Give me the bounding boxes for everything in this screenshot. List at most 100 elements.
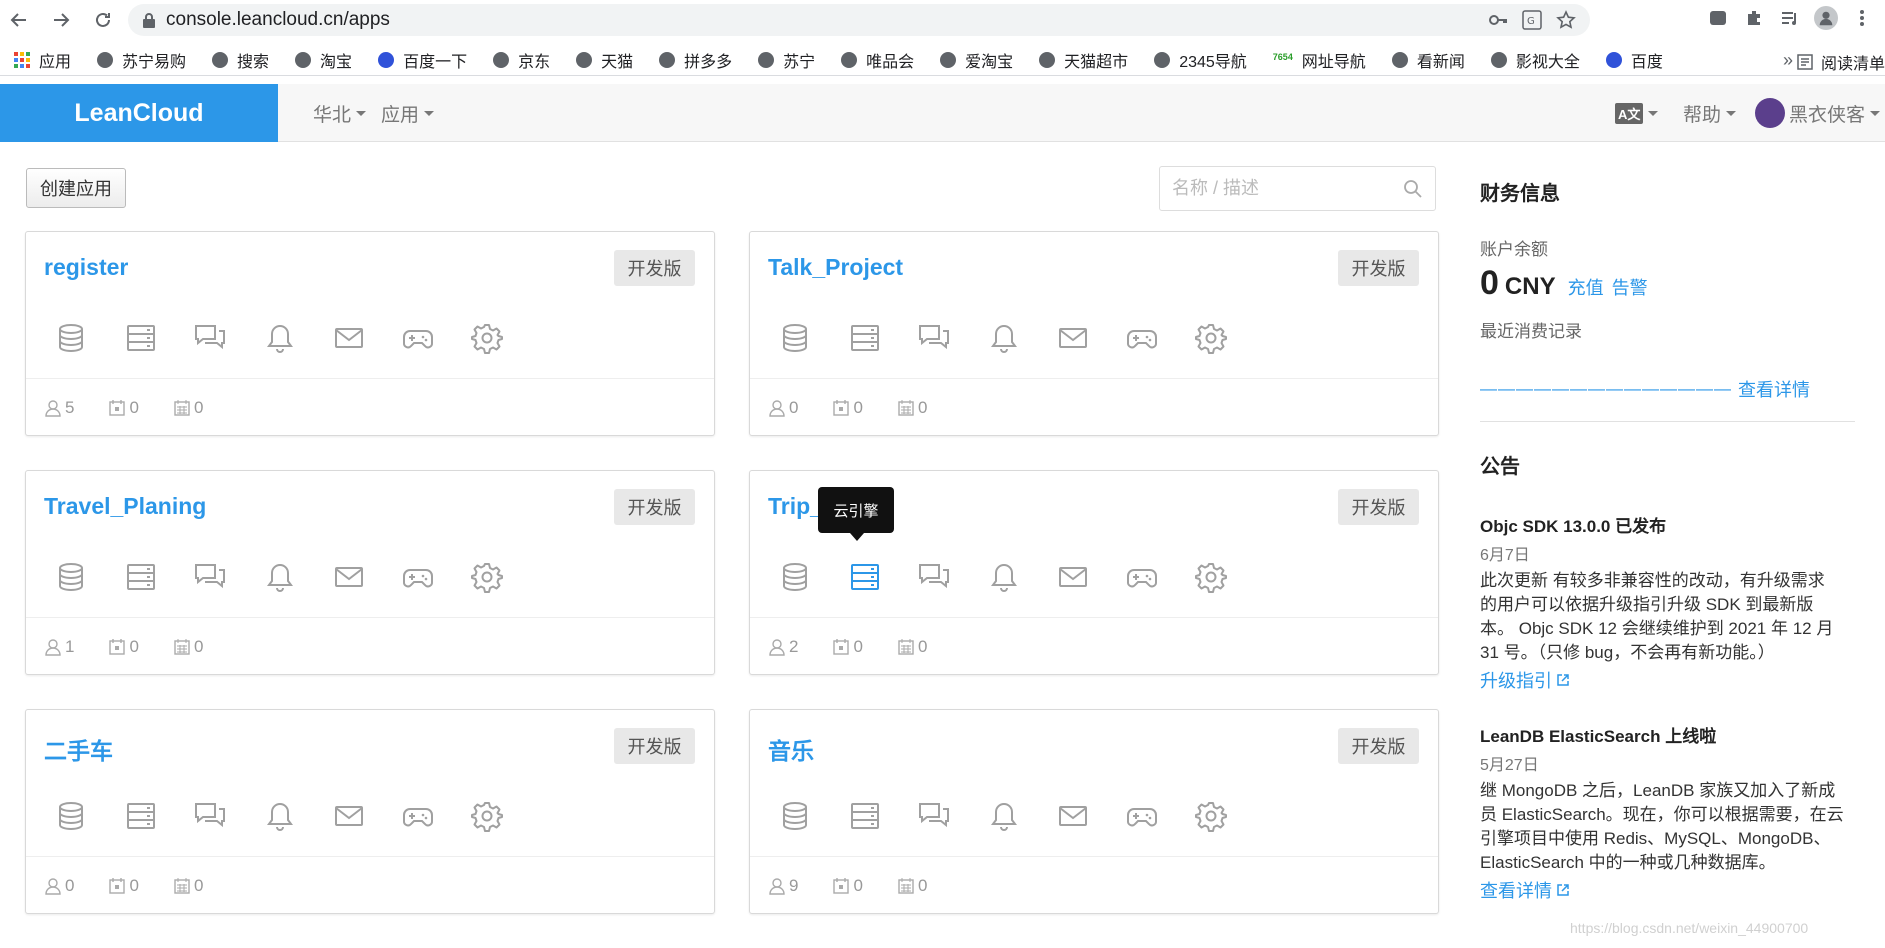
storage-icon[interactable] <box>775 318 815 358</box>
menu-icon[interactable] <box>1850 6 1874 30</box>
bookmark-item[interactable]: 拼多多 <box>659 48 732 72</box>
bookmarks-more-button[interactable]: » <box>1783 50 1793 71</box>
spending-details-link[interactable]: 查看详情 <box>1738 376 1810 402</box>
plan-badge[interactable]: 开发版 <box>1338 489 1419 525</box>
upgrade-guide-link[interactable]: 升级指引 <box>1480 667 1570 693</box>
back-icon[interactable] <box>4 5 34 35</box>
storage-icon[interactable] <box>775 796 815 836</box>
app-name-link[interactable]: register <box>44 254 128 281</box>
recharge-link[interactable]: 充值 <box>1568 274 1604 300</box>
apps-dropdown[interactable]: 应用 <box>381 84 435 142</box>
bookmark-item[interactable]: 爱淘宝 <box>940 48 1013 72</box>
language-dropdown[interactable]: A文 <box>1615 84 1659 142</box>
search-input[interactable] <box>1160 167 1390 210</box>
bell-icon[interactable] <box>984 557 1024 597</box>
reading-list-button[interactable]: 阅读清单 <box>1797 50 1885 74</box>
cloud-engine-icon[interactable] <box>845 318 885 358</box>
bookmark-item[interactable]: 影视大全 <box>1490 48 1580 72</box>
gamepad-icon[interactable] <box>398 557 438 597</box>
cloud-engine-tooltip: 云引擎 <box>818 487 894 541</box>
incognito-icon[interactable] <box>1706 6 1730 30</box>
bookmark-item[interactable]: 天猫 <box>576 48 633 72</box>
gear-icon[interactable] <box>1191 796 1231 836</box>
bookmark-item[interactable]: 7654 网址导航 <box>1273 48 1366 72</box>
bell-icon[interactable] <box>260 557 300 597</box>
app-name-link[interactable]: Talk_Project <box>768 254 903 281</box>
bookmark-apps[interactable]: 应用 <box>14 48 71 72</box>
plan-badge[interactable]: 开发版 <box>1338 728 1419 764</box>
reload-icon[interactable] <box>88 5 118 35</box>
key-icon[interactable] <box>1488 10 1508 30</box>
cloud-engine-icon[interactable] <box>121 318 161 358</box>
bookmark-item[interactable]: 天猫超市 <box>1039 48 1128 72</box>
gamepad-icon[interactable] <box>1122 796 1162 836</box>
messaging-icon[interactable] <box>190 796 230 836</box>
messaging-icon[interactable] <box>914 557 954 597</box>
messaging-icon[interactable] <box>190 557 230 597</box>
gamepad-icon[interactable] <box>1122 557 1162 597</box>
app-name-link[interactable]: 音乐 <box>768 732 814 766</box>
bookmark-item[interactable]: 京东 <box>493 48 550 72</box>
email-icon[interactable] <box>1053 557 1093 597</box>
gamepad-icon[interactable] <box>398 796 438 836</box>
email-icon[interactable] <box>329 796 369 836</box>
bookmark-item[interactable]: 看新闻 <box>1391 48 1465 72</box>
gear-icon[interactable] <box>467 557 507 597</box>
bell-icon[interactable] <box>984 318 1024 358</box>
help-dropdown[interactable]: 帮助 <box>1683 84 1737 142</box>
create-app-button[interactable]: 创建应用 <box>26 168 126 208</box>
profile-icon[interactable] <box>1814 6 1838 30</box>
bookmark-item[interactable]: 百度一下 <box>378 48 467 72</box>
email-icon[interactable] <box>329 557 369 597</box>
bell-icon[interactable] <box>260 796 300 836</box>
cloud-engine-icon[interactable] <box>121 796 161 836</box>
gear-icon[interactable] <box>1191 318 1231 358</box>
view-details-link[interactable]: 查看详情 <box>1480 877 1570 903</box>
cloud-engine-icon[interactable] <box>121 557 161 597</box>
address-bar[interactable]: console.leancloud.cn/apps G <box>128 4 1590 36</box>
messaging-icon[interactable] <box>914 318 954 358</box>
bookmark-item[interactable]: 百度 <box>1605 48 1663 72</box>
plan-badge[interactable]: 开发版 <box>614 489 695 525</box>
storage-icon[interactable] <box>51 318 91 358</box>
gear-icon[interactable] <box>1191 557 1231 597</box>
gamepad-icon[interactable] <box>1122 318 1162 358</box>
app-name-link[interactable]: Travel_Planing <box>44 493 206 520</box>
translate-icon[interactable]: G <box>1522 10 1542 30</box>
bell-icon[interactable] <box>984 796 1024 836</box>
forward-icon[interactable] <box>46 5 76 35</box>
bookmark-item[interactable]: 淘宝 <box>295 48 352 72</box>
star-icon[interactable] <box>1556 10 1576 30</box>
bookmark-item[interactable]: 2345导航 <box>1154 48 1247 72</box>
media-icon[interactable] <box>1778 6 1802 30</box>
storage-icon[interactable] <box>775 557 815 597</box>
extensions-icon[interactable] <box>1742 6 1766 30</box>
cloud-engine-icon[interactable] <box>845 557 885 597</box>
bell-icon[interactable] <box>260 318 300 358</box>
messaging-icon[interactable] <box>914 796 954 836</box>
plan-badge[interactable]: 开发版 <box>614 728 695 764</box>
bookmark-item[interactable]: 苏宁 <box>758 48 815 72</box>
gear-icon[interactable] <box>467 796 507 836</box>
email-icon[interactable] <box>329 318 369 358</box>
messaging-icon[interactable] <box>190 318 230 358</box>
bookmark-item[interactable]: 搜索 <box>212 48 269 72</box>
globe-icon <box>1039 51 1056 68</box>
email-icon[interactable] <box>1053 318 1093 358</box>
search-icon[interactable] <box>1403 179 1423 199</box>
app-name-link[interactable]: 二手车 <box>44 732 113 766</box>
bookmark-item[interactable]: 唯品会 <box>841 48 914 72</box>
storage-icon[interactable] <box>51 557 91 597</box>
gear-icon[interactable] <box>467 318 507 358</box>
gamepad-icon[interactable] <box>398 318 438 358</box>
bookmark-item[interactable]: 苏宁易购 <box>97 48 186 72</box>
plan-badge[interactable]: 开发版 <box>1338 250 1419 286</box>
cloud-engine-icon[interactable] <box>845 796 885 836</box>
plan-badge[interactable]: 开发版 <box>614 250 695 286</box>
brand-logo[interactable]: LeanCloud <box>0 84 278 142</box>
user-dropdown[interactable]: 黑衣侠客 <box>1755 84 1881 142</box>
region-dropdown[interactable]: 华北 <box>313 84 367 142</box>
storage-icon[interactable] <box>51 796 91 836</box>
email-icon[interactable] <box>1053 796 1093 836</box>
alert-link[interactable]: 告警 <box>1612 274 1648 300</box>
